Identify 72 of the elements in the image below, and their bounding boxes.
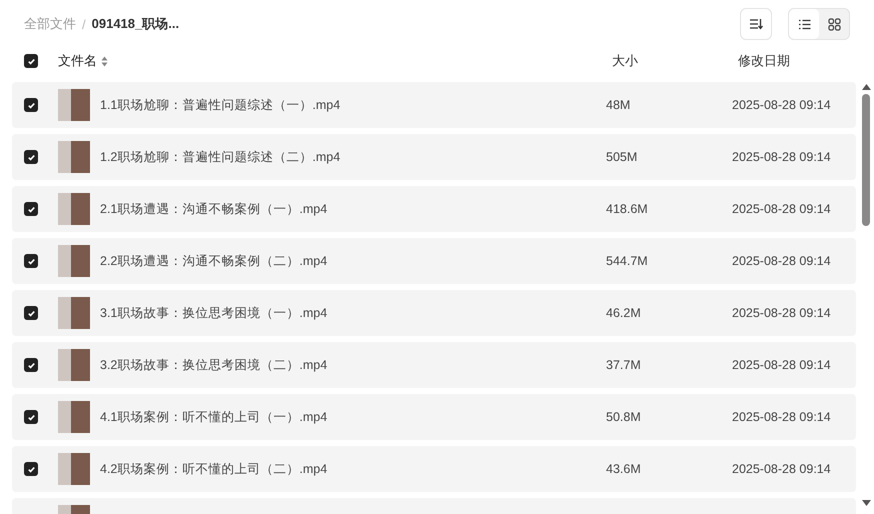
current-folder: 091418_职场... xyxy=(92,15,180,33)
file-size: 43.6M xyxy=(606,462,642,476)
row-checkbox[interactable] xyxy=(24,254,38,268)
file-row[interactable]: 4.1职场案例：听不懂的上司（一）.mp4 50.8M 2025-08-28 09:14 xyxy=(12,394,856,440)
check-icon xyxy=(26,100,36,110)
file-name[interactable]: 1.1职场尬聊：普遍性问题综述（一）.mp4 xyxy=(100,96,606,114)
check-icon xyxy=(26,152,36,162)
video-thumbnail xyxy=(58,193,90,225)
file-row[interactable]: 4.2职场案例：听不懂的上司（二）.mp4 43.6M 2025-08-28 09:14 xyxy=(12,446,856,492)
scroll-up-icon[interactable] xyxy=(862,84,870,90)
file-size: 46.2M xyxy=(606,306,642,320)
modified-date: 2025-08-28 09:14 xyxy=(732,410,832,424)
file-size: 50.8M xyxy=(606,410,642,424)
file-name[interactable]: 3.1职场故事：换位思考困境（一）.mp4 xyxy=(100,304,606,322)
file-name[interactable]: 1.2职场尬聊：普遍性问题综述（二）.mp4 xyxy=(100,148,606,166)
check-icon xyxy=(26,360,36,370)
file-name[interactable]: 4.2职场案例：听不懂的上司（二）.mp4 xyxy=(100,460,606,478)
file-size: 48M xyxy=(606,98,632,112)
scroll-down-icon[interactable] xyxy=(862,500,870,506)
file-row[interactable]: 3.2职场故事：换位思考困境（二）.mp4 37.7M 2025-08-28 09:14 xyxy=(12,342,856,388)
modified-date: 2025-08-28 09:14 xyxy=(732,462,832,476)
scrollbar-thumb[interactable] xyxy=(862,94,870,226)
sort-button[interactable] xyxy=(740,8,772,40)
sort-icon xyxy=(749,18,763,30)
file-name[interactable]: 2.1职场遭遇：沟通不畅案例（一）.mp4 xyxy=(100,200,606,218)
check-icon xyxy=(26,412,36,422)
file-size: 544.7M xyxy=(606,254,649,268)
video-thumbnail xyxy=(58,453,90,485)
modified-date: 2025-08-28 09:14 xyxy=(732,98,832,112)
row-checkbox[interactable] xyxy=(24,150,38,164)
column-header: 修改日期 xyxy=(738,52,790,70)
row-checkbox[interactable] xyxy=(24,358,38,372)
file-row[interactable]: 2.1职场遭遇：沟通不畅案例（一）.mp4 418.6M 2025-08-28 09:14 xyxy=(12,186,856,232)
check-icon xyxy=(26,308,36,318)
row-checkbox[interactable] xyxy=(24,98,38,112)
video-thumbnail xyxy=(58,141,90,173)
column-header: 大小 xyxy=(612,52,638,70)
file-name[interactable]: 4.1职场案例：听不懂的上司（一）.mp4 xyxy=(100,408,606,426)
list-view-button[interactable] xyxy=(789,9,819,39)
check-icon xyxy=(26,56,36,66)
check-icon xyxy=(26,464,36,474)
modified-date: 2025-08-28 09:14 xyxy=(732,202,832,216)
sort-icon[interactable] xyxy=(101,56,108,66)
check-icon xyxy=(26,256,36,266)
column-header[interactable]: 文件名 xyxy=(58,52,97,70)
video-thumbnail xyxy=(58,349,90,381)
check-icon xyxy=(26,204,36,214)
file-row[interactable]: 1.1职场尬聊：普遍性问题综述（一）.mp4 48M 2025-08-28 09:14 xyxy=(12,82,856,128)
file-row[interactable]: 3.1职场故事：换位思考困境（一）.mp4 46.2M 2025-08-28 09:14 xyxy=(12,290,856,336)
file-size: 37.7M xyxy=(606,358,642,372)
file-name[interactable]: 3.2职场故事：换位思考困境（二）.mp4 xyxy=(100,356,606,374)
modified-date: 2025-08-28 09:14 xyxy=(732,150,832,164)
breadcrumb-separator: / xyxy=(82,16,86,32)
select-all-checkbox[interactable] xyxy=(24,54,38,68)
list-icon xyxy=(798,18,810,30)
modified-date: 2025-08-28 09:14 xyxy=(732,254,832,268)
file-size: 418.6M xyxy=(606,202,649,216)
row-checkbox[interactable] xyxy=(24,410,38,424)
modified-date: 2025-08-28 09:14 xyxy=(732,306,832,320)
video-thumbnail xyxy=(58,89,90,121)
file-row[interactable]: 1.2职场尬聊：普遍性问题综述（二）.mp4 505M 2025-08-28 09:14 xyxy=(12,134,856,180)
row-checkbox[interactable] xyxy=(24,462,38,476)
row-checkbox[interactable] xyxy=(24,202,38,216)
video-thumbnail xyxy=(58,401,90,433)
row-checkbox[interactable] xyxy=(24,306,38,320)
file-name[interactable]: 2.2职场遭遇：沟通不畅案例（二）.mp4 xyxy=(100,252,606,270)
video-thumbnail xyxy=(58,245,90,277)
video-thumbnail xyxy=(58,297,90,329)
file-row[interactable]: 2.2职场遭遇：沟通不畅案例（二）.mp4 544.7M 2025-08-28 09:14 xyxy=(12,238,856,284)
modified-date: 2025-08-28 09:14 xyxy=(732,358,832,372)
file-size: 505M xyxy=(606,150,638,164)
grid-icon xyxy=(828,18,840,30)
